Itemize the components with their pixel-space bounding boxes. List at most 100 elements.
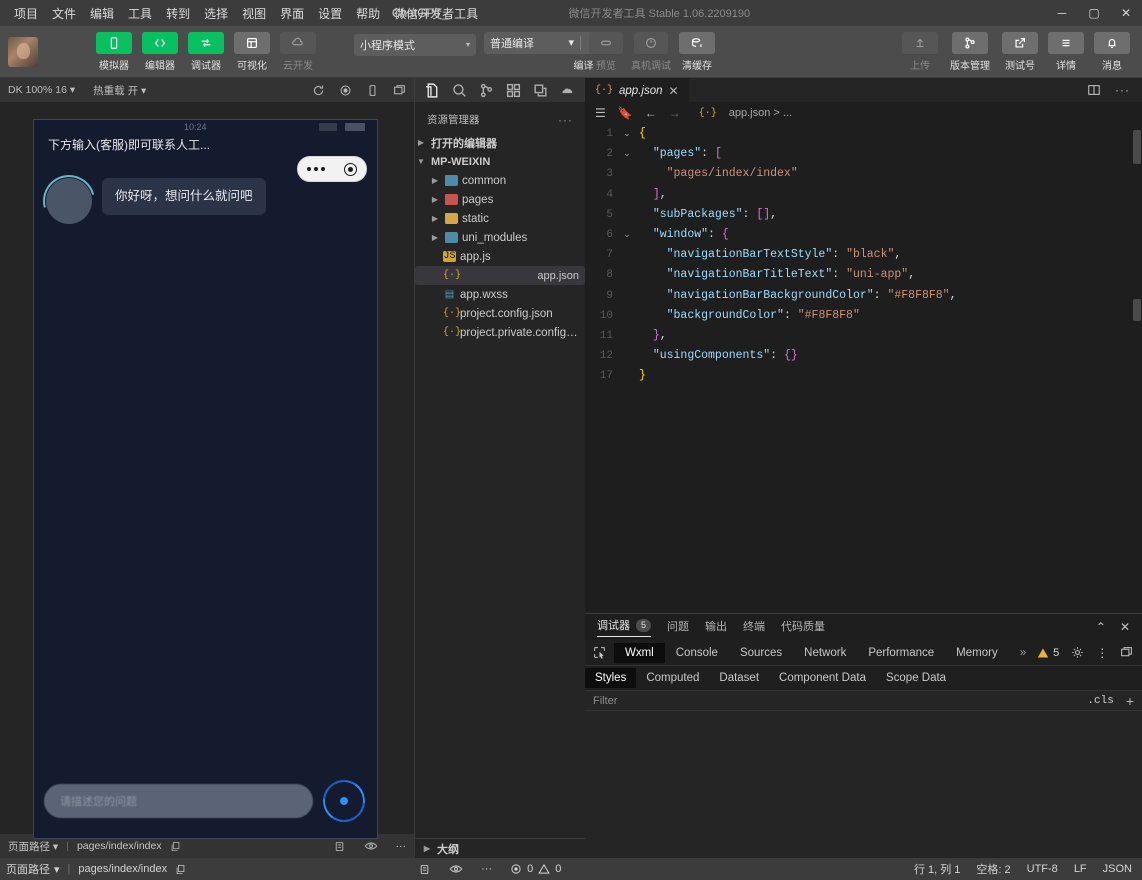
code-line[interactable]: 5 "subPackages": [],: [585, 205, 1142, 225]
tree-item-uni-modules[interactable]: ▶ uni_modules: [415, 228, 585, 247]
close-icon[interactable]: ✕: [1120, 620, 1130, 634]
devtools-tab-console[interactable]: Console: [665, 643, 729, 663]
message-input[interactable]: 请描述您的问题: [44, 784, 313, 818]
status-page-path-label[interactable]: 页面路径 ▾: [6, 861, 60, 877]
avatar[interactable]: [8, 36, 38, 67]
code-line[interactable]: 10 "backgroundColor": "#F8F8F8": [585, 306, 1142, 326]
hot-reload-select[interactable]: 热重载 开 ▾: [93, 83, 146, 98]
problems-indicator[interactable]: 0 0: [510, 863, 561, 875]
forward-icon[interactable]: →: [669, 106, 681, 120]
editor-toggle-button[interactable]: 编辑器: [140, 31, 180, 72]
menu-item-devtools[interactable]: 微信开发者工具: [388, 2, 484, 25]
scrollbar-thumb-marker[interactable]: [1133, 299, 1141, 321]
menu-item-tools[interactable]: 工具: [122, 2, 158, 25]
code-line[interactable]: 17}: [585, 366, 1142, 386]
messages-button[interactable]: 消息: [1092, 31, 1132, 72]
compile-select[interactable]: 普通编译 ▾: [484, 35, 580, 51]
menu-item-file[interactable]: 文件: [46, 2, 82, 25]
code-line[interactable]: 6 ⌄ "window": {: [585, 225, 1142, 245]
back-icon[interactable]: ←: [645, 106, 657, 120]
test-account-button[interactable]: 测试号: [1000, 31, 1040, 72]
chevron-down-icon[interactable]: ⌄: [619, 124, 635, 144]
styles-tab-component-data[interactable]: Component Data: [769, 668, 876, 688]
cloud-icon[interactable]: [559, 82, 576, 99]
panel-tab-problems[interactable]: 问题: [667, 618, 689, 637]
collapse-icon[interactable]: ⌃: [1096, 620, 1106, 634]
more-icon[interactable]: ···: [396, 840, 407, 852]
cloud-dev-button[interactable]: 云开发: [278, 31, 318, 72]
outline-section[interactable]: ▶ 大纲: [415, 838, 585, 858]
devtools-tab-performance[interactable]: Performance: [857, 643, 945, 663]
details-button[interactable]: 详情: [1046, 31, 1086, 72]
rotate-icon[interactable]: [366, 84, 379, 97]
simulator-toggle-button[interactable]: 模拟器: [94, 31, 134, 72]
close-icon[interactable]: ✕: [669, 84, 679, 98]
styles-tab-scope-data[interactable]: Scope Data: [876, 668, 956, 688]
window-icon[interactable]: [393, 84, 406, 97]
split-editor-icon[interactable]: [1087, 83, 1101, 97]
styles-tab-dataset[interactable]: Dataset: [709, 668, 769, 688]
tree-item-app-js[interactable]: JS app.js: [415, 247, 585, 266]
eye-icon[interactable]: [364, 839, 378, 853]
panel-tab-output[interactable]: 输出: [705, 618, 727, 637]
explorer-icon[interactable]: [424, 82, 441, 99]
version-control-button[interactable]: 版本管理: [946, 31, 994, 72]
devtools-overflow-icon[interactable]: »: [1009, 643, 1037, 663]
outline-icon[interactable]: ☰: [595, 106, 606, 120]
copy-icon[interactable]: [170, 841, 181, 852]
mode-select[interactable]: 小程序模式 ▾: [354, 33, 476, 56]
devtools-tab-wxml[interactable]: Wxml: [614, 642, 665, 663]
scrollbar-thumb[interactable]: [1133, 130, 1141, 164]
devtools-tab-memory[interactable]: Memory: [945, 643, 1009, 663]
more-vertical-icon[interactable]: ⋮: [1096, 646, 1108, 660]
menu-item-settings[interactable]: 设置: [312, 2, 348, 25]
tree-item-common[interactable]: ▶ common: [415, 171, 585, 190]
tree-item-static[interactable]: ▶ static: [415, 209, 585, 228]
styles-tab-computed[interactable]: Computed: [636, 668, 709, 688]
inspect-element-icon[interactable]: [585, 646, 614, 659]
code-line[interactable]: 12 "usingComponents": {}: [585, 346, 1142, 366]
copy-icon[interactable]: [175, 864, 186, 875]
tree-item-project-config[interactable]: {·} project.config.json: [415, 304, 585, 323]
code-line[interactable]: 7 "navigationBarTextStyle": "black",: [585, 245, 1142, 265]
code-line[interactable]: 3 "pages/index/index": [585, 164, 1142, 184]
eye-icon[interactable]: [449, 862, 463, 876]
code-editor[interactable]: 1 ⌄{2 ⌄ "pages": [3 "pages/index/index" 4 ]…: [585, 124, 1142, 613]
debug-icon[interactable]: [532, 82, 549, 99]
clear-cache-button[interactable]: [679, 31, 715, 54]
source-control-icon[interactable]: [478, 82, 495, 99]
menu-item-goto[interactable]: 转到: [160, 2, 196, 25]
debugger-toggle-button[interactable]: 调试器: [186, 31, 226, 72]
more-icon[interactable]: ···: [481, 863, 492, 875]
panel-tab-debugger[interactable]: 调试器 5: [597, 617, 652, 637]
language-mode-indicator[interactable]: JSON: [1103, 863, 1132, 875]
visualization-toggle-button[interactable]: 可视化: [232, 31, 272, 72]
settings-gear-icon[interactable]: [1071, 646, 1084, 659]
target-icon[interactable]: [343, 162, 357, 176]
search-icon[interactable]: [451, 82, 468, 99]
tree-root[interactable]: ▼ MP-WEIXIN: [415, 152, 585, 171]
panel-tab-terminal[interactable]: 终端: [743, 618, 765, 637]
menu-item-help[interactable]: 帮助: [350, 2, 386, 25]
tree-item-app-json[interactable]: {·} app.json: [415, 266, 585, 285]
panel-tab-code-quality[interactable]: 代码质量: [781, 618, 825, 637]
wechat-capsule[interactable]: [297, 156, 367, 182]
menu-item-edit[interactable]: 编辑: [84, 2, 120, 25]
cls-button[interactable]: .cls: [1087, 695, 1113, 707]
line-column-indicator[interactable]: 行 1, 列 1: [914, 861, 960, 877]
indentation-indicator[interactable]: 空格: 2: [976, 861, 1010, 877]
remote-debug-button[interactable]: [634, 31, 668, 54]
refresh-icon[interactable]: [312, 84, 325, 97]
code-line[interactable]: 1 ⌄ {: [585, 124, 1142, 144]
bookmark-icon[interactable]: 🔖: [618, 106, 633, 120]
build-icon[interactable]: [333, 840, 346, 853]
more-actions-icon[interactable]: ···: [558, 113, 573, 127]
eol-indicator[interactable]: LF: [1074, 863, 1087, 875]
code-line[interactable]: 8 "navigationBarTitleText": "uni-app",: [585, 265, 1142, 285]
code-line[interactable]: 2 ⌄ "pages": [: [585, 144, 1142, 164]
more-dots-icon[interactable]: [307, 167, 326, 171]
tree-item-pages[interactable]: ▶ pages: [415, 190, 585, 209]
dock-icon[interactable]: [1120, 646, 1133, 659]
styles-tab-styles[interactable]: Styles: [585, 668, 637, 688]
minimize-icon[interactable]: ─: [1046, 0, 1078, 26]
